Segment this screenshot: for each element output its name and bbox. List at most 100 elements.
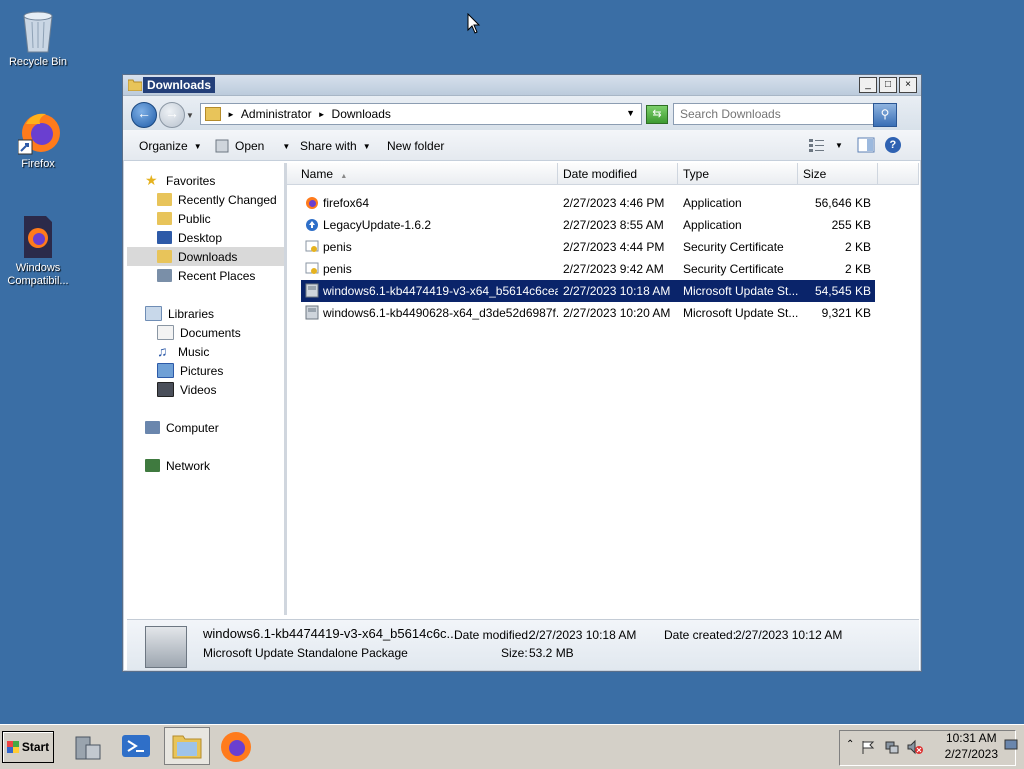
server-manager-icon <box>75 736 101 760</box>
address-bar: ← → ▼ ► Administrator ► Downloads ▼ ⇆ ⚲ <box>123 96 921 130</box>
msu-package-icon <box>305 305 319 320</box>
organize-button[interactable]: Organize ▼ <box>139 139 202 153</box>
chevron-right-icon[interactable]: ► <box>227 110 235 119</box>
chevron-right-icon[interactable]: ► <box>318 110 326 119</box>
nav-item-label: Pictures <box>180 363 224 378</box>
nav-network-label: Network <box>166 458 211 473</box>
computer-icon <box>145 421 160 434</box>
breadcrumb-downloads[interactable]: Downloads <box>332 107 391 121</box>
address-history-dropdown[interactable]: ▼ <box>626 108 635 118</box>
search-button[interactable]: ⚲ <box>873 103 897 127</box>
search-input[interactable] <box>680 107 875 121</box>
file-size: 2 KB <box>844 262 871 276</box>
volume-muted-icon[interactable] <box>906 739 924 755</box>
msu-package-icon <box>215 139 229 153</box>
explorer-folder-icon <box>172 735 202 759</box>
action-center-flag-icon[interactable] <box>860 739 876 755</box>
chevron-down-icon[interactable]: ▼ <box>282 142 290 151</box>
details-size-label: Size: <box>501 646 528 660</box>
system-clock[interactable]: 10:31 AM 2/27/2023 <box>945 730 998 762</box>
desktop-icon-recycle-bin[interactable]: Recycle Bin <box>0 8 76 69</box>
file-row-firefox64[interactable]: firefox64 2/27/2023 4:46 PM Application … <box>301 192 875 214</box>
taskbar-server-manager[interactable] <box>70 729 106 765</box>
details-file-type: Microsoft Update Standalone Package <box>203 646 408 660</box>
details-pane: windows6.1-kb4474419-v3-x64_b5614c6c... … <box>127 619 919 670</box>
network-icon[interactable] <box>884 739 900 755</box>
nav-computer[interactable]: Computer <box>127 418 302 437</box>
new-folder-button[interactable]: New folder <box>387 139 444 153</box>
title-bar[interactable]: Downloads _ □ × <box>123 75 921 96</box>
nav-libraries-label: Libraries <box>168 306 215 321</box>
desktop-icon-firefox[interactable]: Firefox <box>0 110 76 171</box>
column-header-type[interactable]: Type <box>678 163 798 185</box>
file-date: 2/27/2023 8:55 AM <box>563 218 664 232</box>
taskbar-firefox[interactable] <box>218 729 254 765</box>
nav-network[interactable]: Network <box>127 456 302 475</box>
forward-button[interactable]: → <box>159 102 185 128</box>
change-view-button[interactable]: ▼ <box>809 138 843 152</box>
nav-item-label: Downloads <box>178 249 238 264</box>
documents-icon <box>157 325 174 340</box>
arrow-left-icon: ← <box>137 105 151 121</box>
recent-places-icon <box>157 269 172 282</box>
file-row-kb4474419[interactable]: windows6.1-kb4474419-v3-x64_b5614c6cea..… <box>301 280 875 302</box>
back-button[interactable]: ← <box>131 102 157 128</box>
file-name: windows6.1-kb4490628-x64_d3de52d6987f... <box>323 306 558 320</box>
organize-label: Organize <box>139 139 188 153</box>
column-header-date[interactable]: Date modified <box>558 163 678 185</box>
taskbar-powershell[interactable] <box>118 729 154 765</box>
file-type: Application <box>683 218 742 232</box>
taskbar-explorer-active[interactable] <box>164 727 210 765</box>
nav-favorites[interactable]: ★ Favorites <box>127 171 302 190</box>
libraries-icon <box>145 306 162 321</box>
desktop-icon-windows-compat[interactable]: Windows Compatibil... <box>0 214 76 288</box>
videos-icon <box>157 382 174 397</box>
column-header-size[interactable]: Size <box>798 163 878 185</box>
desktop-icon-label-text: Windows Compatibil... <box>7 262 69 287</box>
show-hidden-icons-button[interactable]: ⌃ <box>846 739 854 750</box>
chevron-down-icon: ▼ <box>362 141 371 151</box>
powershell-icon <box>122 735 150 757</box>
show-desktop-icon[interactable] <box>1004 739 1018 751</box>
preview-pane-icon[interactable] <box>857 137 875 153</box>
nav-libraries[interactable]: Libraries <box>127 304 302 323</box>
file-date: 2/27/2023 4:46 PM <box>563 196 665 210</box>
help-button[interactable]: ? <box>884 137 901 153</box>
recycle-bin-icon <box>18 8 58 53</box>
file-name: penis <box>323 262 352 276</box>
details-size-value: 53.2 MB <box>529 646 574 660</box>
command-bar: Organize ▼ Open ▼ Share with ▼ New folder … <box>123 130 921 161</box>
recent-pages-dropdown[interactable]: ▼ <box>186 111 194 120</box>
desktop-icon-label: Firefox <box>21 158 55 170</box>
maximize-button[interactable]: □ <box>879 77 897 93</box>
desktop-icon-label: Recycle Bin <box>8 56 68 68</box>
close-button[interactable]: × <box>899 77 917 93</box>
file-row-certificate-1[interactable]: penis 2/27/2023 4:44 PM Security Certifi… <box>301 236 875 258</box>
refresh-button[interactable]: ⇆ <box>646 105 668 124</box>
certificate-icon <box>305 240 319 252</box>
windows-logo-icon <box>6 741 19 753</box>
file-row-certificate-2[interactable]: penis 2/27/2023 9:42 AM Security Certifi… <box>301 258 875 280</box>
file-name: firefox64 <box>323 196 370 210</box>
open-button[interactable]: Open ▼ <box>215 139 290 153</box>
firefox-app-icon <box>306 197 318 209</box>
taskbar: Start ⌃ 10:31 AM 2/27/2023 <box>0 724 1024 769</box>
file-type: Security Certificate <box>683 262 784 276</box>
file-name: windows6.1-kb4474419-v3-x64_b5614c6cea..… <box>323 284 558 298</box>
file-row-kb4490628[interactable]: windows6.1-kb4490628-x64_d3de52d6987f...… <box>301 302 875 324</box>
address-box[interactable]: ► Administrator ► Downloads ▼ <box>200 103 642 125</box>
column-header-name[interactable]: Name ▲ <box>287 163 558 185</box>
file-size: 255 KB <box>831 218 871 232</box>
file-row-legacyupdate[interactable]: LegacyUpdate-1.6.2 2/27/2023 8:55 AM App… <box>301 214 875 236</box>
start-label: Start <box>21 740 50 754</box>
share-with-button[interactable]: Share with ▼ <box>300 139 371 153</box>
new-folder-label: New folder <box>387 139 445 153</box>
nav-favorites-label: Favorites <box>166 173 216 188</box>
folder-icon <box>157 212 172 225</box>
breadcrumb-administrator[interactable]: Administrator <box>241 107 312 121</box>
minimize-button[interactable]: _ <box>859 77 877 93</box>
details-modified-label: Date modified: <box>454 628 532 642</box>
desktop-icon-label: Windows Compatibil... <box>0 262 76 288</box>
start-button[interactable]: Start <box>2 731 54 763</box>
folder-icon <box>157 193 172 206</box>
